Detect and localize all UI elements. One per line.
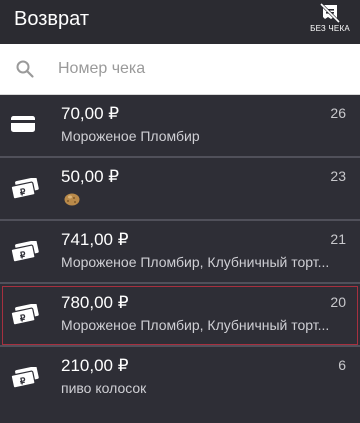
receipt-amount: 741,00 ₽ [61,230,129,249]
receipt-number: 6 [338,357,346,373]
receipt-number-input[interactable] [58,56,338,82]
receipt-row[interactable]: ₽ 741,00 ₽ Мороженое Пломбир, Клубничный… [0,221,360,284]
receipt-items: Мороженое Пломбир, Клубничный торт... [61,254,330,270]
receipt-row[interactable]: ₽ 50,00 ₽ 23 [0,158,360,221]
card-icon [11,116,35,132]
receipt-amount: 70,00 ₽ [61,104,120,123]
cash-icon: ₽ [10,241,39,263]
cash-icon: ₽ [10,178,39,200]
app-bar: Возврат БЕЗ ЧЕКА [0,0,360,44]
receipt-number: 20 [330,294,346,310]
no-receipt-label: БЕЗ ЧЕКА [310,24,350,33]
receipt-row-selected[interactable]: ₽ 780,00 ₽ Мороженое Пломбир, Клубничный… [0,284,360,347]
search-bar [0,44,360,95]
receipt-amount: 50,00 ₽ [61,167,120,186]
potato-emoji-icon [64,193,80,206]
search-icon [16,60,34,78]
cash-icon: ₽ [10,304,39,326]
receipt-items: Мороженое Пломбир, Клубничный торт... [61,317,330,333]
receipt-amount: 780,00 ₽ [61,293,129,312]
receipt-number: 26 [330,105,346,121]
receipt-row[interactable]: 70,00 ₽ Мороженое Пломбир 26 [0,95,360,158]
receipt-list: 70,00 ₽ Мороженое Пломбир 26 ₽ 50,00 ₽ 2… [0,95,360,409]
page-title: Возврат [14,8,89,30]
receipt-items: Мороженое Пломбир [61,128,200,144]
receipt-number: 23 [330,168,346,184]
no-receipt-icon [319,3,341,23]
cash-icon: ₽ [10,367,39,389]
receipt-amount: 210,00 ₽ [61,356,129,375]
receipt-number: 21 [330,231,346,247]
no-receipt-button[interactable]: БЕЗ ЧЕКА [308,3,352,41]
receipt-items: пиво колосок [61,380,147,396]
receipt-row[interactable]: ₽ 210,00 ₽ пиво колосок 6 [0,347,360,409]
